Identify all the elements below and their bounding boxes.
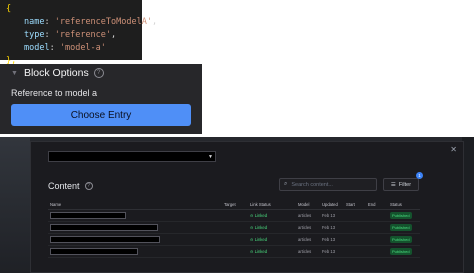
redacted-entry-name — [50, 248, 138, 255]
content-title: Content ? — [48, 181, 93, 191]
entry-model: articles — [296, 245, 320, 258]
table-row[interactable]: ⊖ Linked articles Feb 13 Published — [48, 233, 420, 246]
column-header-updated[interactable]: Updated — [320, 199, 344, 210]
link-status: ⊖ Linked — [248, 209, 296, 222]
redacted-entry-name — [50, 212, 126, 219]
column-header-model[interactable]: Model — [296, 199, 320, 210]
entry-model: articles — [296, 221, 320, 234]
filter-icon: ☰ — [390, 181, 396, 188]
block-options-panel: ▼ Block Options ? Reference to model a C… — [0, 64, 202, 134]
code-line-type: type: 'reference', — [24, 30, 117, 40]
code-line-model: model: 'model-a' — [24, 43, 106, 53]
table-row[interactable]: ⊖ Linked articles Feb 13 Published — [48, 245, 420, 258]
column-header-status[interactable]: Status — [388, 199, 420, 210]
table-header-row: Name Target Link Status Model Updated St… — [48, 199, 420, 210]
block-options-title: Block Options — [23, 67, 89, 79]
column-header-target[interactable]: Target — [222, 199, 248, 210]
code-line-name: name: 'referenceToModelA', — [24, 17, 158, 27]
status-badge: Published — [390, 236, 412, 243]
entry-updated: Feb 13 — [320, 209, 344, 222]
block-options-header[interactable]: ▼ Block Options ? — [11, 64, 191, 82]
content-help-icon[interactable]: ? — [84, 182, 93, 190]
link-status: ⊖ Linked — [248, 221, 296, 234]
chevron-down-icon: ▼ — [208, 153, 213, 160]
reference-field-label: Reference to model a — [11, 88, 98, 98]
link-status: ⊖ Linked — [248, 233, 296, 246]
column-header-start[interactable]: Start — [344, 199, 366, 210]
modal-backdrop: ✕ ▼ Content ? ⌕ Search content... ☰ Filt… — [0, 137, 474, 273]
help-icon[interactable]: ? — [93, 68, 104, 78]
link-status: ⊖ Linked — [248, 245, 296, 258]
redacted-entry-name — [50, 224, 158, 231]
status-badge: Published — [390, 248, 412, 255]
entries-table: Name Target Link Status Model Updated St… — [48, 199, 420, 258]
column-header-name[interactable]: Name — [48, 199, 222, 210]
table-row[interactable]: ⊖ Linked articles Feb 13 Published — [48, 221, 420, 234]
entry-updated: Feb 13 — [320, 221, 344, 234]
code-snippet: { name: 'referenceToModelA', type: 'refe… — [0, 0, 158, 66]
entry-model: articles — [296, 209, 320, 222]
search-icon: ⌕ — [284, 181, 288, 187]
filter-button[interactable]: ☰ Filter 1 — [383, 172, 423, 191]
search-input[interactable]: ⌕ Search content... — [279, 178, 377, 191]
collapse-chevron-icon[interactable]: ▼ — [11, 70, 18, 77]
locale-select[interactable]: ▼ — [48, 151, 216, 162]
entry-updated: Feb 13 — [320, 245, 344, 258]
column-header-end[interactable]: End — [366, 199, 388, 210]
content-picker-modal: ✕ ▼ Content ? ⌕ Search content... ☰ Filt… — [30, 141, 464, 273]
code-open-brace: { — [6, 4, 12, 14]
status-badge: Published — [390, 212, 412, 219]
entry-model: articles — [296, 233, 320, 246]
choose-entry-button[interactable]: Choose Entry — [11, 104, 191, 126]
filter-count-badge: 1 — [416, 172, 423, 179]
entry-updated: Feb 13 — [320, 233, 344, 246]
column-header-link-status[interactable]: Link Status — [248, 199, 296, 210]
table-row[interactable]: ⊖ Linked articles Feb 13 Published — [48, 209, 420, 222]
status-badge: Published — [390, 224, 412, 231]
redacted-entry-name — [50, 236, 160, 243]
search-placeholder: Search content... — [291, 181, 333, 188]
close-icon[interactable]: ✕ — [450, 145, 457, 154]
